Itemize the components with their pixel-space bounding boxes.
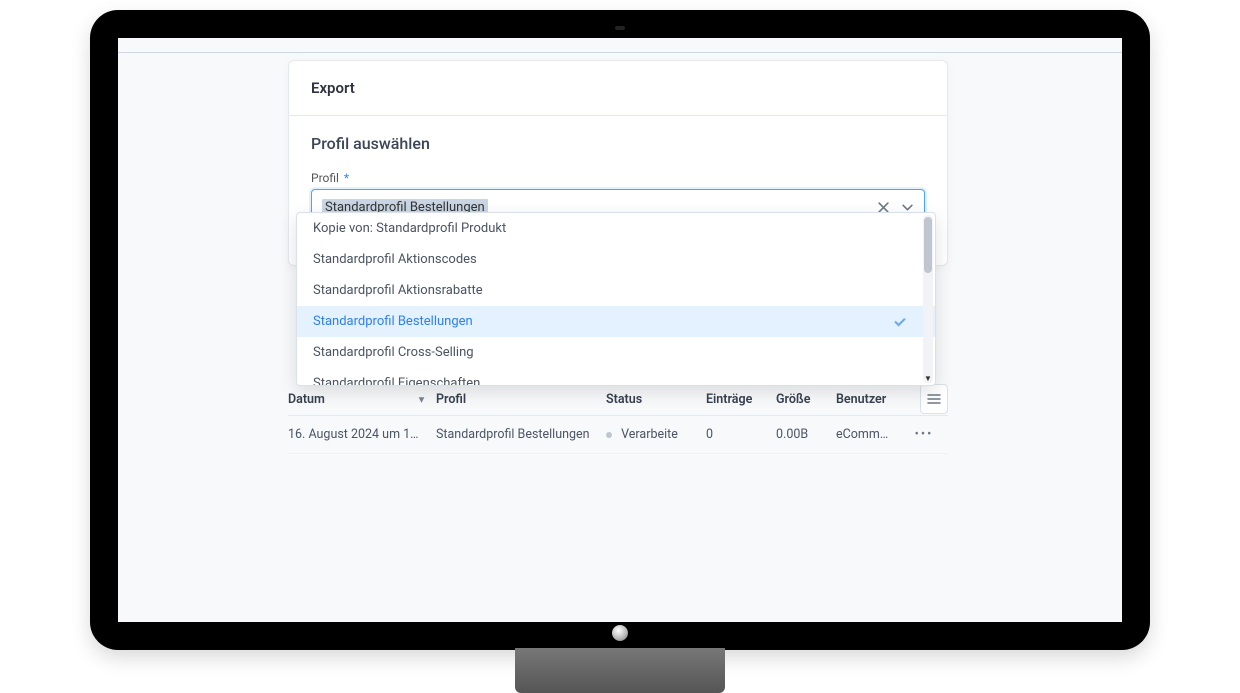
monitor-frame: Export Profil auswählen Profil * Standar…: [90, 10, 1150, 650]
close-icon: [878, 202, 889, 213]
dropdown-option[interactable]: Standardprofil Eigenschaften: [297, 368, 935, 385]
cell-profile: Standardprofil Bestellungen: [428, 427, 598, 442]
scrollbar-thumb[interactable]: [924, 217, 932, 273]
export-card-header: Export: [289, 61, 947, 116]
monitor-stand: [515, 648, 725, 693]
dropdown-option-selected[interactable]: Standardprofil Bestellungen: [297, 306, 935, 337]
col-profile[interactable]: Profil: [428, 392, 598, 407]
profile-field-label: Profil *: [311, 171, 925, 185]
cell-status-text: Verarbeite: [621, 427, 678, 442]
columns-icon: [927, 393, 941, 405]
scrollbar-arrow-down-icon[interactable]: ▼: [923, 373, 933, 383]
cell-status: Verarbeite: [598, 427, 698, 442]
col-size[interactable]: Größe: [768, 392, 828, 407]
cell-entries: 0: [698, 427, 768, 442]
export-title: Export: [311, 79, 925, 97]
status-dot-icon: [606, 432, 612, 438]
col-date[interactable]: Datum ▾: [288, 392, 428, 407]
cell-user: eCommerce: [828, 427, 900, 442]
dropdown-option[interactable]: Standardprofil Aktionsrabatte: [297, 275, 935, 306]
sort-chevron-down-icon: ▾: [419, 394, 424, 405]
camera-dot: [615, 26, 625, 30]
select-profile-title: Profil auswählen: [311, 134, 925, 153]
col-status[interactable]: Status: [598, 392, 698, 407]
col-entries[interactable]: Einträge: [698, 392, 768, 407]
required-mark: *: [344, 171, 349, 185]
profile-dropdown-list: Kopie von: Standardprofil Produkt Standa…: [297, 213, 935, 385]
col-user[interactable]: Benutzer: [828, 392, 900, 407]
export-activity-table: Datum ▾ Profil Status Einträge Größe Ben…: [288, 384, 948, 454]
top-divider: [118, 52, 1122, 53]
row-actions-button[interactable]: •••: [900, 427, 948, 442]
dropdown-option[interactable]: Standardprofil Aktionscodes: [297, 244, 935, 275]
dropdown-option[interactable]: Kopie von: Standardprofil Produkt: [297, 213, 935, 244]
dropdown-scrollbar[interactable]: ▼: [923, 215, 933, 383]
chevron-down-icon: [902, 202, 913, 213]
table-columns-button[interactable]: [920, 384, 948, 414]
table-header-row: Datum ▾ Profil Status Einträge Größe Ben…: [288, 384, 948, 416]
dropdown-option[interactable]: Standardprofil Cross-Selling: [297, 337, 935, 368]
col-date-label: Datum: [288, 392, 325, 407]
monitor-home-button: [612, 625, 628, 641]
app-screen: Export Profil auswählen Profil * Standar…: [118, 38, 1122, 622]
table-row: 16. August 2024 um 14:02 Standardprofil …: [288, 416, 948, 454]
profile-dropdown: Kopie von: Standardprofil Produkt Standa…: [296, 212, 936, 386]
profile-label-text: Profil: [311, 171, 339, 185]
cell-size: 0.00B: [768, 427, 828, 442]
cell-date: 16. August 2024 um 14:02: [288, 427, 428, 442]
